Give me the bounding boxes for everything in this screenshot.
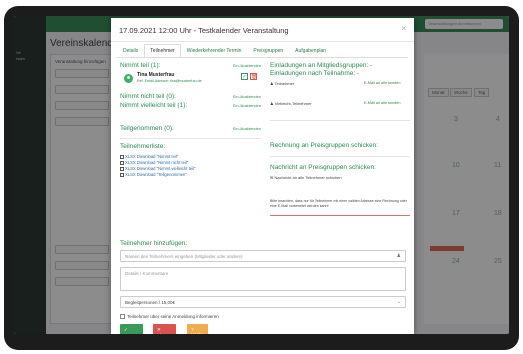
confirm-icon[interactable]: ✓	[241, 73, 248, 80]
tab-wiederkehrend[interactable]: Wiederkehrender Termin	[181, 44, 248, 58]
maybe-participants-label: ♟ Vielleicht-Teilnehmer	[270, 101, 312, 106]
invoice-hint: Bitte beachten, dass nur für Teilnehmer …	[270, 199, 407, 208]
user-icon: ♟	[396, 253, 401, 259]
download-link[interactable]: XLSX Download "Teilgenommen"	[120, 172, 187, 177]
screen: Ve rsam Veranstaltungen durchsuchen Vere…	[14, 16, 509, 334]
details-textarea[interactable]: Details / Kommentare	[120, 267, 406, 291]
participant-name: Tina Musterfrau	[137, 72, 175, 78]
close-icon[interactable]: ×	[401, 24, 406, 33]
maybe-heading: Nimmt vielleicht teil (1):	[120, 102, 188, 109]
download-link[interactable]: XLSX Download "Nimmt teil"	[120, 154, 178, 159]
not-attending-heading: Nimmt nicht teil (0):	[120, 93, 176, 100]
participant-search-input[interactable]: Namen des Teilnehmers eingeben (Mitglied…	[120, 250, 406, 262]
avatar	[124, 74, 133, 83]
file-icon	[120, 167, 124, 171]
tab-details[interactable]: Details	[117, 44, 144, 58]
chevron-down-icon: ⌄	[396, 299, 401, 305]
decline-button[interactable]: ✕ Absage	[153, 324, 177, 334]
event-modal: 17.09.2021 12:00 Uhr - Testkalender Vera…	[111, 18, 414, 334]
tab-preisgruppen[interactable]: Preisgruppen	[247, 44, 289, 58]
group-invites-heading: Einladungen an Mitgliedsgruppen: -	[270, 62, 373, 69]
unclear-button[interactable]: ? Unklar	[187, 324, 208, 334]
toggle-attending-link[interactable]: Ein-/Ausblenden	[233, 64, 261, 68]
file-icon	[120, 161, 124, 165]
notify-checkbox[interactable]: Teilnehmer über seine Anmeldung informie…	[120, 314, 219, 319]
email-all-link[interactable]: E-Mail an alle senden	[364, 81, 401, 85]
email-maybe-link[interactable]: E-Mail an alle senden	[364, 101, 401, 105]
toggle-maybe-link[interactable]: Ein-/Ausblenden	[233, 104, 261, 108]
toggle-attended-link[interactable]: Ein-/Ausblenden	[233, 127, 261, 131]
message-all-link[interactable]: ✉ Nachricht an alle Teilnehmer schicken	[270, 175, 342, 180]
attending-heading: Nimmt teil (1):	[120, 62, 161, 69]
attended-heading: Teilgenommen (0):	[120, 125, 174, 132]
toggle-not-attending-link[interactable]: Ein-/Ausblenden	[233, 95, 261, 99]
download-link[interactable]: XLSX Download "Nimmt vielleicht teil"	[120, 166, 195, 171]
add-participant-heading: Teilnehmer hinzufügen:	[120, 240, 188, 247]
tab-teilnehmer[interactable]: Teilnehmer	[144, 44, 181, 58]
divider	[270, 120, 410, 121]
checkbox[interactable]	[120, 314, 125, 319]
divider	[120, 138, 260, 139]
tab-divider	[117, 57, 408, 58]
participant-list-heading: Teilnehmerliste:	[120, 143, 166, 150]
file-icon	[120, 155, 124, 159]
warning-line	[270, 215, 410, 216]
message-heading: Nachricht an Preisgruppen schicken:	[270, 164, 376, 171]
modal-header: 17.09.2021 12:00 Uhr - Testkalender Vera…	[111, 18, 414, 42]
device-frame: Ve rsam Veranstaltungen durchsuchen Vere…	[0, 0, 523, 354]
tab-aufgabenplan[interactable]: Aufgabenplan	[289, 44, 332, 58]
tablet-bezel: Ve rsam Veranstaltungen durchsuchen Vere…	[4, 6, 519, 350]
delete-icon[interactable]: 🗑	[250, 73, 257, 80]
companions-select[interactable]: Begleitpersonen / 15,00€ ⌄	[120, 296, 406, 308]
download-link[interactable]: XLSX Download "Nimmt nicht teil"	[120, 160, 188, 165]
file-icon	[120, 173, 124, 177]
modal-title: 17.09.2021 12:00 Uhr - Testkalender Vera…	[119, 26, 289, 35]
participants-label: ♟ Teilnehmer	[270, 81, 295, 86]
accept-button[interactable]: ✓ Zusage	[120, 324, 143, 334]
modal-tabs: Details Teilnehmer Wiederkehrender Termi…	[117, 44, 332, 58]
invoice-heading: Rechnung an Preisgruppen schicken:	[270, 142, 379, 149]
divider	[270, 156, 410, 157]
action-buttons: ✓ Zusage ✕ Absage ? Unklar	[120, 36, 208, 334]
participant-invites-heading: Einladungen nach Teilnahme: -	[270, 70, 360, 77]
participant-email: Ref. Email-Adresse: tina@musterfrau.de	[137, 79, 202, 83]
